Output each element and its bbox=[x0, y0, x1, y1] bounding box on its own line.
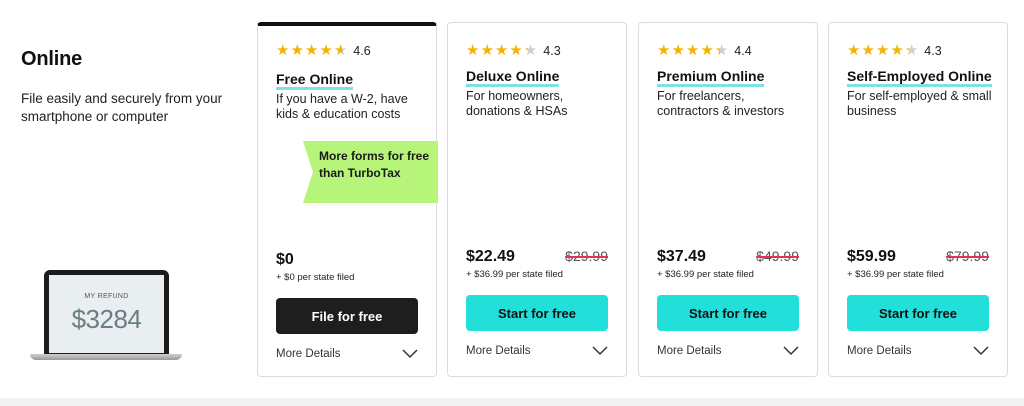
start-for-free-button[interactable]: Start for free bbox=[466, 295, 608, 331]
star-icon: ★ bbox=[685, 42, 700, 59]
star-icon: ★ bbox=[861, 42, 875, 59]
section-title: Online bbox=[21, 48, 83, 70]
star-icon: ★ bbox=[480, 42, 494, 59]
plan-price: $22.49 bbox=[466, 248, 515, 265]
more-details-toggle[interactable]: More Details bbox=[466, 345, 608, 357]
plan-card-self-employed-online: ★ ★ ★ ★ ★ 4.3 Self-Employed Online For self-e… bbox=[828, 22, 1008, 377]
plan-price: $37.49 bbox=[657, 248, 706, 265]
footer-divider bbox=[0, 398, 1024, 406]
plan-name: Premium Online bbox=[657, 68, 765, 87]
star-rating: ★ ★ ★ ★ ★ 4.3 bbox=[847, 43, 942, 58]
plan-card-premium-online: ★ ★ ★ ★ ★ 4.4 Premium Online For freelancers,… bbox=[638, 22, 818, 377]
plan-price: $0 bbox=[276, 251, 294, 268]
refund-amount: $3284 bbox=[71, 304, 142, 334]
rating-value: 4.4 bbox=[734, 43, 752, 58]
chevron-down-icon bbox=[973, 346, 989, 356]
original-price: $79.99 bbox=[946, 248, 989, 264]
star-rating: ★ ★ ★ ★ ★ 4.3 bbox=[466, 43, 561, 58]
more-details-toggle[interactable]: More Details bbox=[657, 345, 799, 357]
star-icon: ★ bbox=[671, 42, 685, 59]
more-details-label: More Details bbox=[466, 345, 531, 357]
star-icon: ★ bbox=[276, 42, 290, 59]
more-details-label: More Details bbox=[847, 345, 912, 357]
star-icon: ★ bbox=[466, 42, 480, 59]
plan-description: For homeowners, donations & HSAs bbox=[466, 89, 568, 118]
star-icon: ★ bbox=[657, 42, 671, 59]
plan-card-deluxe-online: ★ ★ ★ ★ ★ 4.3 Deluxe Online For homeowners, d… bbox=[447, 22, 627, 377]
chevron-down-icon bbox=[592, 346, 608, 356]
star-rating: ★ ★ ★ ★ ★ 4.6 bbox=[276, 43, 371, 58]
plan-name: Free Online bbox=[276, 71, 354, 90]
star-icon: ★ bbox=[714, 42, 729, 59]
refund-label: MY REFUND bbox=[84, 293, 129, 300]
star-icon: ★ bbox=[290, 42, 304, 59]
star-icon: ★ bbox=[494, 42, 509, 59]
rating-value: 4.6 bbox=[353, 43, 371, 58]
intro-section: Online File easily and securely from you… bbox=[21, 48, 241, 126]
more-details-toggle[interactable]: More Details bbox=[847, 345, 989, 357]
laptop-illustration: MY REFUND $3284 bbox=[28, 270, 194, 376]
state-fee: + $36.99 per state filed bbox=[466, 269, 563, 280]
more-details-label: More Details bbox=[276, 348, 341, 360]
star-icon: ★ bbox=[875, 42, 890, 59]
original-price: $29.99 bbox=[565, 248, 608, 264]
plan-card-free-online: ★ ★ ★ ★ ★ 4.6 Free Online If you have a W-2, … bbox=[257, 22, 438, 377]
star-icon: ★ bbox=[319, 42, 333, 59]
state-fee: + $36.99 per state filed bbox=[657, 269, 754, 280]
original-price: $49.99 bbox=[756, 248, 799, 264]
plan-description: For freelancers, contractors & investors bbox=[657, 89, 785, 118]
star-icon: ★ bbox=[333, 42, 348, 59]
more-details-label: More Details bbox=[657, 345, 722, 357]
promo-badge: More forms for free than TurboTax bbox=[303, 141, 438, 203]
star-icon: ★ bbox=[847, 42, 861, 59]
chevron-down-icon bbox=[402, 349, 418, 359]
chevron-down-icon bbox=[783, 346, 799, 356]
plan-description: For self-employed & small business bbox=[847, 89, 992, 118]
state-fee: + $0 per state filed bbox=[276, 272, 355, 283]
rating-value: 4.3 bbox=[543, 43, 561, 58]
star-icon: ★ bbox=[304, 42, 319, 59]
start-for-free-button[interactable]: Start for free bbox=[657, 295, 799, 331]
star-icon: ★ bbox=[523, 42, 538, 59]
state-fee: + $36.99 per state filed bbox=[847, 269, 944, 280]
more-details-toggle[interactable]: More Details bbox=[276, 348, 418, 360]
plan-name: Deluxe Online bbox=[466, 68, 560, 87]
star-rating: ★ ★ ★ ★ ★ 4.4 bbox=[657, 43, 752, 58]
start-for-free-button[interactable]: Start for free bbox=[847, 295, 989, 331]
file-for-free-button[interactable]: File for free bbox=[276, 298, 418, 334]
plan-price: $59.99 bbox=[847, 248, 896, 265]
rating-value: 4.3 bbox=[924, 43, 942, 58]
star-icon: ★ bbox=[509, 42, 523, 59]
star-icon: ★ bbox=[904, 42, 919, 59]
star-icon: ★ bbox=[890, 42, 904, 59]
star-icon: ★ bbox=[700, 42, 714, 59]
plan-description: If you have a W-2, have kids & education… bbox=[276, 92, 408, 121]
section-subtitle: File easily and securely from your smart… bbox=[21, 91, 223, 124]
plan-name: Self-Employed Online bbox=[847, 68, 992, 87]
